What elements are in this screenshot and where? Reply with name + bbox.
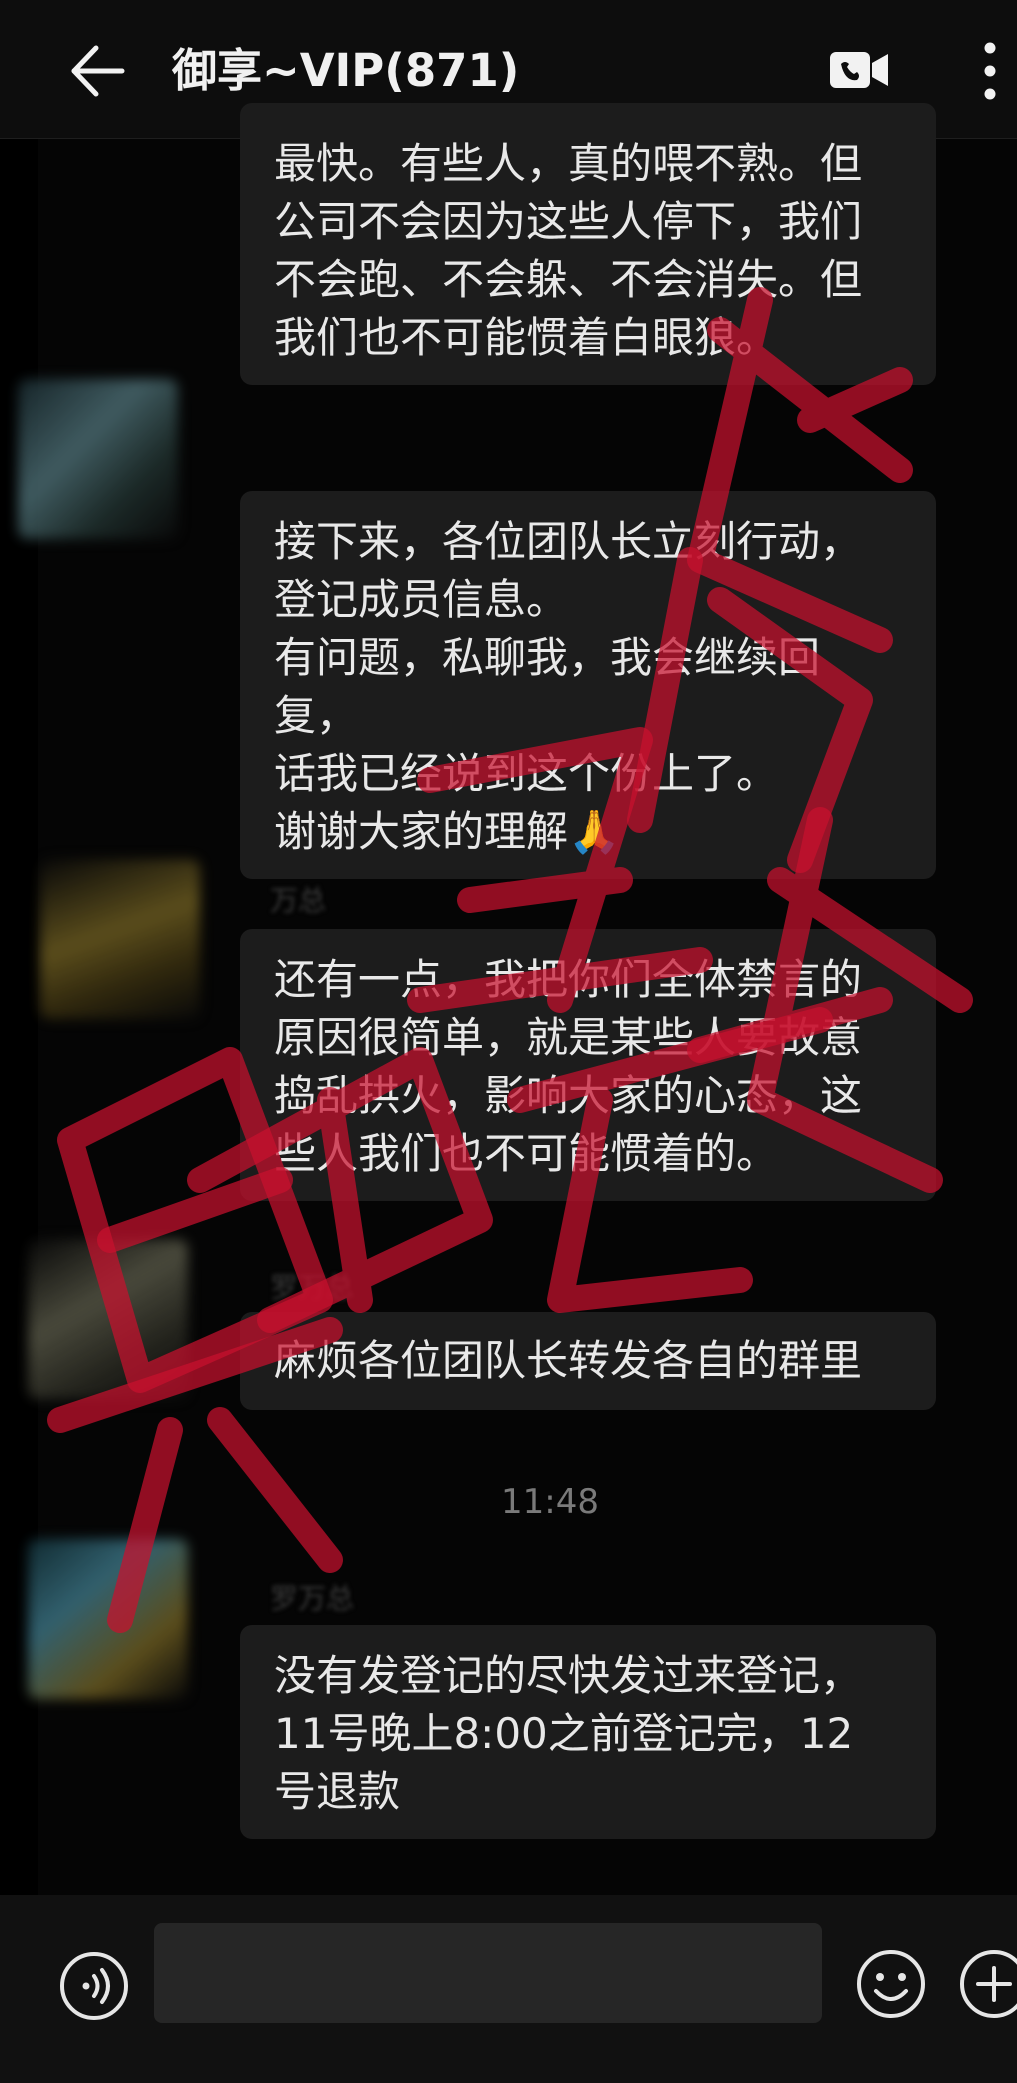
input-bar [0,1895,1017,2083]
message-list[interactable]: 万总 罗万总 罗万总 最快。有些人，真的喂不熟。但 公司不会因为这些人停下，我们… [18,103,1017,1895]
video-call-icon [830,52,888,88]
emoji-button[interactable] [855,1948,927,2020]
sender-name: 罗万总 [270,1271,355,1304]
more-options-button[interactable] [970,38,1010,104]
message-bubble[interactable]: 麻烦各位团队长转发各自的群里 [240,1312,936,1410]
video-call-button[interactable] [828,46,892,94]
more-vertical-icon [984,42,996,100]
sender-name: 罗万总 [270,1582,355,1615]
message-bubble[interactable]: 没有发登记的尽快发过来登记， 11号晚上8:00之前登记完，12 号退款 [240,1625,936,1839]
avatar[interactable] [18,379,178,539]
plus-icon [960,1950,1017,2018]
avatar[interactable] [28,1539,188,1699]
emoji-icon [857,1950,925,2018]
back-button[interactable] [66,40,128,102]
sender-name: 万总 [270,884,327,917]
message-bubble[interactable]: 还有一点，我把你们全体禁言的 原因很简单，就是某些人要故意 捣乱拱火，影响大家的… [240,929,936,1201]
chat-title: 御享~VIP(871) [172,44,520,97]
avatar[interactable] [28,1239,188,1399]
voice-input-icon [60,1952,128,2020]
avatar[interactable] [40,859,200,1019]
message-input[interactable] [154,1923,822,2023]
add-attachment-button[interactable] [958,1948,1017,2020]
message-bubble[interactable]: 最快。有些人，真的喂不熟。但 公司不会因为这些人停下，我们 不会跑、不会躲、不会… [240,103,936,385]
arrow-left-icon [71,45,125,97]
voice-input-button[interactable] [58,1950,130,2022]
message-bubble[interactable]: 接下来，各位团队长立刻行动， 登记成员信息。 有问题，私聊我，我会继续回复， 话… [240,491,936,879]
message-timestamp: 11:48 [501,1482,599,1522]
